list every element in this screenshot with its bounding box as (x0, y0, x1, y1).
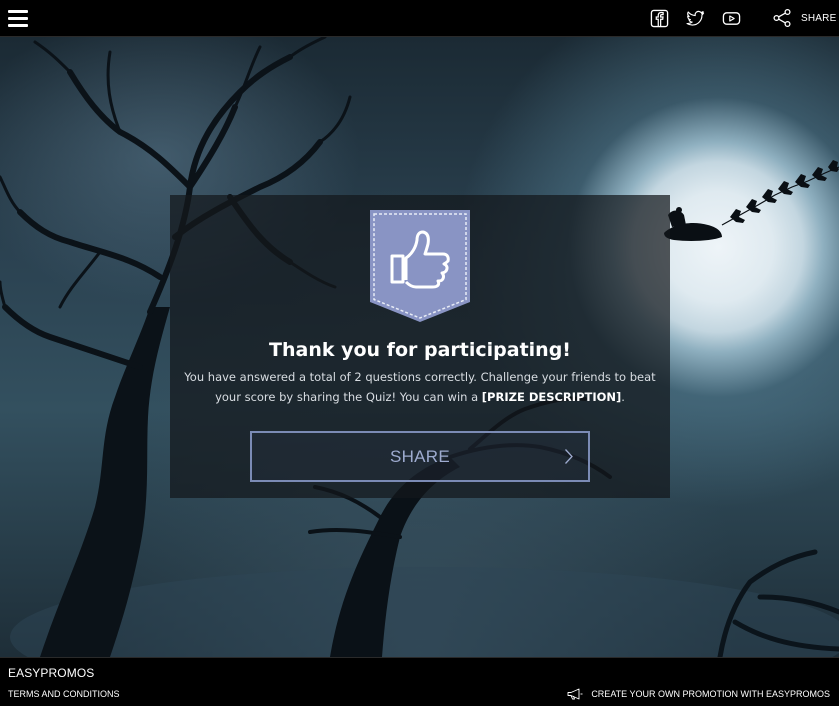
result-card: Thank you for participating! You have an… (170, 195, 670, 498)
create-promotion-label: CREATE YOUR OWN PROMOTION WITH EASYPROMO… (591, 689, 830, 699)
result-description: You have answered a total of 2 questions… (184, 367, 656, 407)
thumbs-up-badge (370, 210, 470, 322)
thumbs-up-icon (370, 210, 470, 322)
background-scene: Thank you for participating! You have an… (0, 37, 839, 657)
description-suffix: . (621, 390, 625, 404)
result-title: Thank you for participating! (269, 339, 571, 361)
share-icon (773, 8, 791, 28)
footer: EASYPROMOS TERMS AND CONDITIONS CREATE Y… (0, 657, 839, 706)
megaphone-icon (567, 688, 583, 700)
prize-description: [PRIZE DESCRIPTION] (481, 390, 622, 404)
header-share-button[interactable]: SHARE (772, 8, 836, 28)
description-line-1: You have answered a total of 2 questions… (184, 370, 656, 384)
description-line-2: your score by sharing the Quiz! You can … (215, 390, 482, 404)
create-promotion-link[interactable]: CREATE YOUR OWN PROMOTION WITH EASYPROMO… (567, 688, 830, 700)
hamburger-icon[interactable] (8, 10, 28, 27)
top-bar: SHARE (0, 0, 839, 37)
youtube-icon[interactable] (722, 9, 741, 28)
chevron-right-icon (565, 449, 573, 464)
header-share-label: SHARE (801, 12, 837, 24)
share-button[interactable]: SHARE (250, 431, 590, 482)
footer-brand: EASYPROMOS (8, 666, 95, 680)
facebook-icon[interactable] (650, 9, 669, 28)
twitter-icon[interactable] (686, 9, 705, 28)
share-button-label: SHARE (389, 447, 451, 466)
terms-link[interactable]: TERMS AND CONDITIONS (8, 689, 120, 699)
